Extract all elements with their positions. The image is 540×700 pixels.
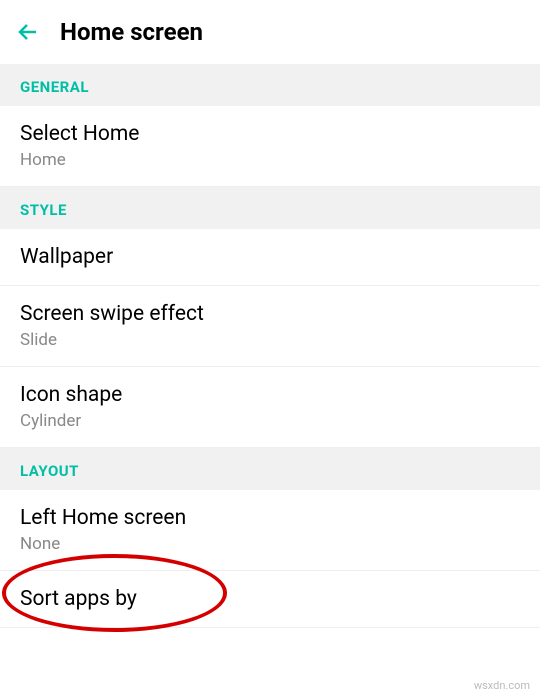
item-subtitle: None [20, 534, 520, 554]
item-select-home[interactable]: Select Home Home [0, 106, 540, 187]
item-sort-apps-by[interactable]: Sort apps by [0, 571, 540, 628]
item-title: Sort apps by [20, 587, 520, 611]
item-screen-swipe-effect[interactable]: Screen swipe effect Slide [0, 286, 540, 367]
watermark: wsxdn.com [474, 679, 530, 692]
section-header-layout: LAYOUT [0, 448, 540, 490]
item-subtitle: Home [20, 150, 520, 170]
item-wallpaper[interactable]: Wallpaper [0, 229, 540, 286]
item-subtitle: Cylinder [20, 411, 520, 431]
item-title: Icon shape [20, 383, 520, 407]
item-left-home-screen[interactable]: Left Home screen None [0, 490, 540, 571]
item-title: Screen swipe effect [20, 302, 520, 326]
page-title: Home screen [60, 18, 203, 46]
back-icon[interactable] [16, 20, 40, 44]
item-icon-shape[interactable]: Icon shape Cylinder [0, 367, 540, 448]
item-title: Wallpaper [20, 245, 520, 269]
section-header-general: GENERAL [0, 64, 540, 106]
item-title: Select Home [20, 122, 520, 146]
item-title: Left Home screen [20, 506, 520, 530]
app-header: Home screen [0, 0, 540, 64]
section-header-style: STYLE [0, 187, 540, 229]
item-subtitle: Slide [20, 330, 520, 350]
